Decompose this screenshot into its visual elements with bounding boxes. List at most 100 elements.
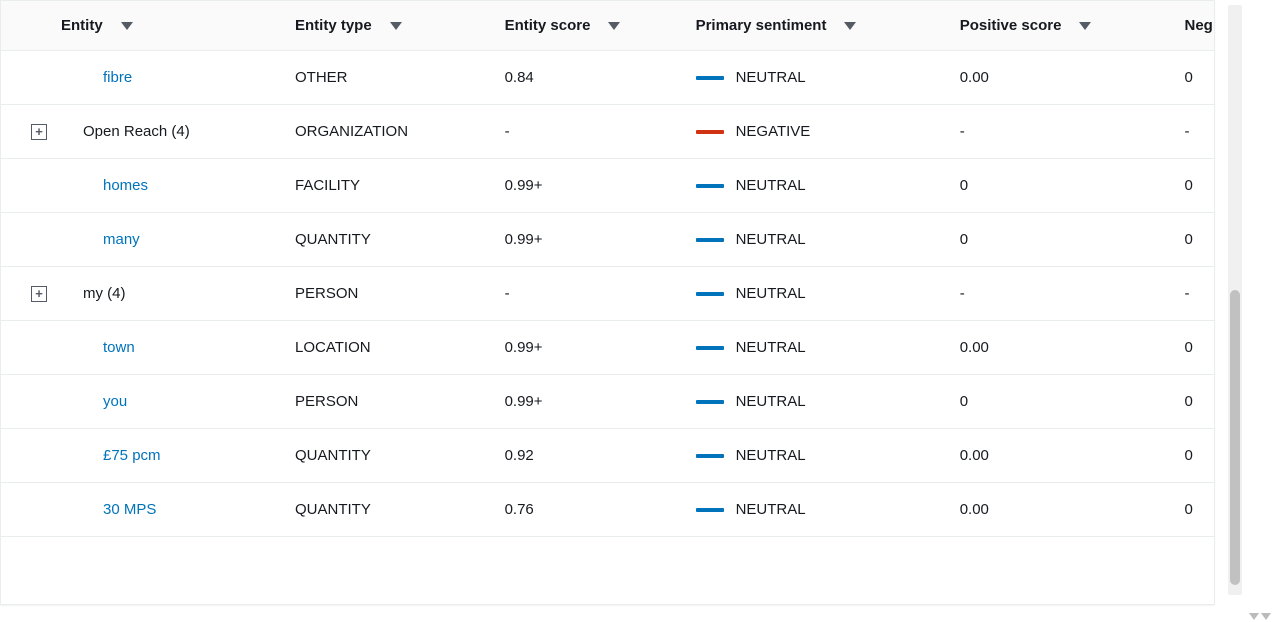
sort-icon[interactable] [1079, 22, 1091, 30]
sort-icon[interactable] [608, 22, 620, 30]
entity-score-cell: - [505, 105, 696, 159]
column-entity-type[interactable]: Entity type [295, 1, 505, 51]
negative-score-cell: 0 [1185, 321, 1215, 375]
sentiment-bar-icon [696, 292, 724, 296]
positive-score-cell: 0.00 [960, 483, 1185, 537]
expand-cell [1, 213, 61, 267]
negative-score-cell: 0 [1185, 213, 1215, 267]
scroll-arrows [1249, 613, 1271, 620]
expand-cell [1, 375, 61, 429]
column-primary-sentiment-label: Primary sentiment [696, 17, 827, 34]
entity-table: Entity Entity type Entity score [1, 1, 1214, 537]
expand-icon[interactable]: + [31, 124, 47, 140]
sort-icon[interactable] [121, 22, 133, 30]
entity-cell: fibre [61, 51, 295, 105]
column-positive-score-label: Positive score [960, 17, 1062, 34]
sentiment-bar-icon [696, 454, 724, 458]
negative-score-cell: 0 [1185, 483, 1215, 537]
negative-score-cell: 0 [1185, 375, 1215, 429]
scroll-arrow-down-icon[interactable] [1249, 613, 1259, 620]
column-negative-score[interactable]: Neg [1185, 1, 1215, 51]
negative-score-cell: 0 [1185, 429, 1215, 483]
positive-score-cell: 0 [960, 375, 1185, 429]
sentiment-bar-icon [696, 184, 724, 188]
entity-link[interactable]: 30 MPS [103, 501, 156, 518]
expand-cell [1, 429, 61, 483]
entity-link[interactable]: homes [103, 177, 148, 194]
negative-score-cell: 0 [1185, 159, 1215, 213]
entity-type-cell: ORGANIZATION [295, 105, 505, 159]
expand-cell [1, 483, 61, 537]
entity-cell: you [61, 375, 295, 429]
entity-type-cell: OTHER [295, 51, 505, 105]
column-entity-score-label: Entity score [505, 17, 591, 34]
sentiment-label: NEUTRAL [736, 339, 806, 356]
scrollbar-thumb[interactable] [1230, 290, 1240, 585]
sort-icon[interactable] [844, 22, 856, 30]
sentiment-cell: NEUTRAL [696, 159, 960, 213]
table-row: +my (4)PERSON-NEUTRAL-- [1, 267, 1214, 321]
sentiment-cell: NEUTRAL [696, 51, 960, 105]
sentiment-label: NEUTRAL [736, 177, 806, 194]
entity-link[interactable]: many [103, 231, 140, 248]
column-expand [1, 1, 61, 51]
positive-score-cell: - [960, 105, 1185, 159]
positive-score-cell: - [960, 267, 1185, 321]
entity-score-cell: 0.99+ [505, 213, 696, 267]
scroll-arrow-down-icon[interactable] [1261, 613, 1271, 620]
table-row: many QUANTITY0.99+ NEUTRAL 00 [1, 213, 1214, 267]
entity-cell: 30 MPS [61, 483, 295, 537]
entity-text: my (4) [57, 285, 126, 302]
sentiment-cell: NEGATIVE [696, 105, 960, 159]
column-primary-sentiment[interactable]: Primary sentiment [696, 1, 960, 51]
sentiment-cell: NEUTRAL [696, 321, 960, 375]
sentiment-label: NEUTRAL [736, 285, 806, 302]
column-positive-score[interactable]: Positive score [960, 1, 1185, 51]
entity-cell: homes [61, 159, 295, 213]
table-scroll-region[interactable]: Entity Entity type Entity score [1, 1, 1214, 604]
entity-type-cell: LOCATION [295, 321, 505, 375]
entity-type-cell: FACILITY [295, 159, 505, 213]
sentiment-label: NEUTRAL [736, 447, 806, 464]
entity-link[interactable]: town [103, 339, 135, 356]
entity-link[interactable]: £75 pcm [103, 447, 161, 464]
entity-cell: £75 pcm [61, 429, 295, 483]
positive-score-cell: 0.00 [960, 51, 1185, 105]
column-entity[interactable]: Entity [61, 1, 295, 51]
positive-score-cell: 0 [960, 213, 1185, 267]
entity-cell: town [61, 321, 295, 375]
entity-link[interactable]: you [103, 393, 127, 410]
entity-type-cell: QUANTITY [295, 483, 505, 537]
sentiment-cell: NEUTRAL [696, 375, 960, 429]
entity-link[interactable]: fibre [103, 69, 132, 86]
entity-cell: many [61, 213, 295, 267]
entity-type-cell: QUANTITY [295, 213, 505, 267]
table-row: homesFACILITY0.99+NEUTRAL00 [1, 159, 1214, 213]
entity-type-cell: PERSON [295, 375, 505, 429]
positive-score-cell: 0.00 [960, 429, 1185, 483]
column-entity-score[interactable]: Entity score [505, 1, 696, 51]
negative-score-cell: - [1185, 267, 1215, 321]
sentiment-label: NEUTRAL [736, 69, 806, 86]
sentiment-cell: NEUTRAL [696, 483, 960, 537]
expand-cell [1, 51, 61, 105]
entity-table-container: Entity Entity type Entity score [0, 0, 1215, 605]
vertical-scrollbar[interactable] [1228, 5, 1242, 595]
sort-icon[interactable] [390, 22, 402, 30]
sentiment-bar-icon [696, 346, 724, 350]
sentiment-cell: NEUTRAL [696, 267, 960, 321]
entity-score-cell: 0.92 [505, 429, 696, 483]
sentiment-bar-icon [696, 238, 724, 242]
sentiment-bar-icon [696, 76, 724, 80]
sentiment-cell: NEUTRAL [696, 213, 960, 267]
positive-score-cell: 0 [960, 159, 1185, 213]
expand-cell [1, 321, 61, 375]
sentiment-label: NEUTRAL [736, 231, 806, 248]
sentiment-label: NEUTRAL [736, 393, 806, 410]
sentiment-bar-icon [696, 130, 724, 134]
expand-icon[interactable]: + [31, 286, 47, 302]
table-row: youPERSON0.99+NEUTRAL00 [1, 375, 1214, 429]
entity-type-cell: QUANTITY [295, 429, 505, 483]
entity-cell: my (4) [61, 267, 295, 321]
table-row: 30 MPSQUANTITY0.76NEUTRAL0.000 [1, 483, 1214, 537]
